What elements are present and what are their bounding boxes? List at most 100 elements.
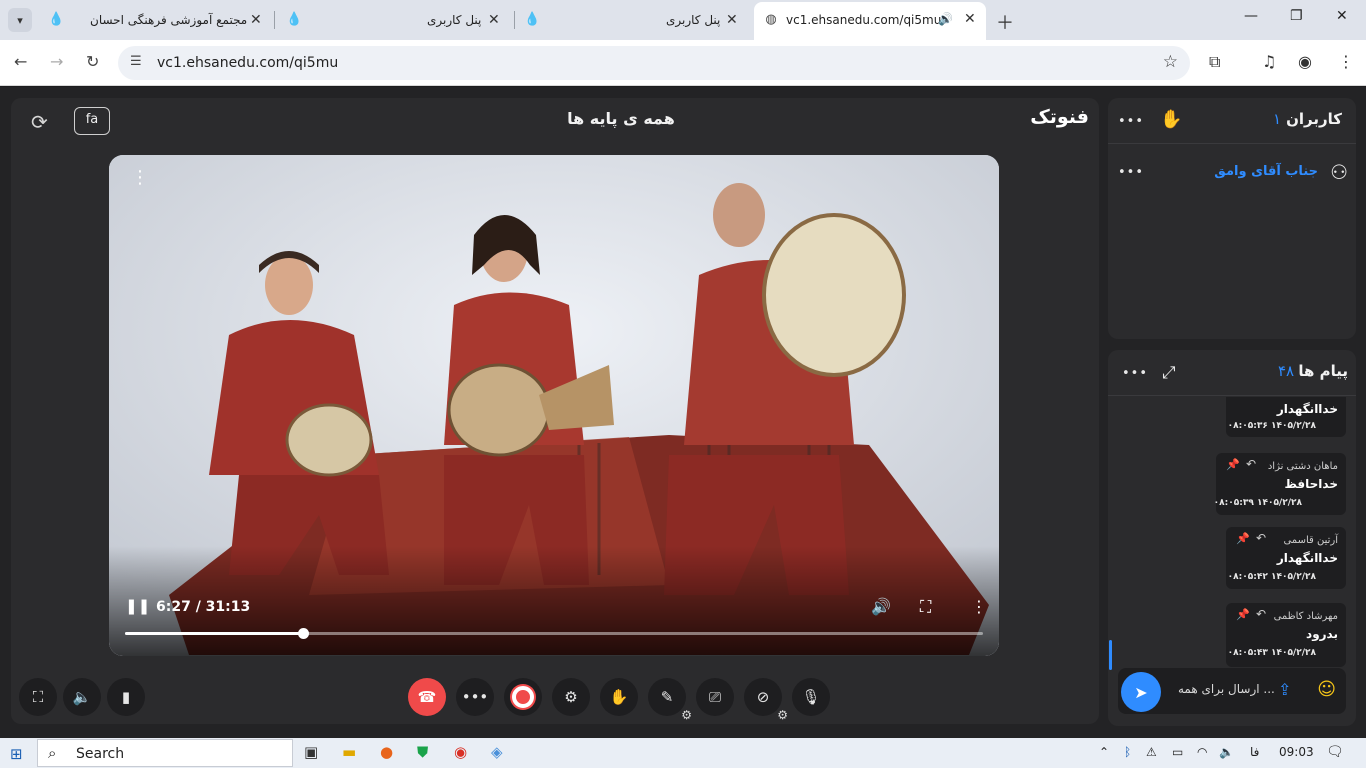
address-bar[interactable]: ☰ vc1.ehsanedu.com/qi5mu ☆	[118, 46, 1190, 80]
message-time: ۰۸:۰۵:۳۹ ۱۴۰۵/۲/۲۸	[1213, 498, 1302, 508]
profile-icon[interactable]: ◉	[1298, 52, 1312, 71]
extensions-icon[interactable]: ⧉	[1209, 52, 1220, 72]
camera-off-button[interactable]: ⊘ ⚙	[744, 678, 788, 722]
room-title: همه ی پایه ها	[567, 109, 675, 128]
raise-hand-icon[interactable]: ✋	[1160, 109, 1182, 130]
user-options-icon[interactable]: •••	[1118, 165, 1144, 180]
more-options-icon[interactable]: ⋮	[971, 597, 987, 616]
browser-tab-ehsan[interactable]: 💧 مجتمع آموزشی فرهنگی احسان ✕	[48, 6, 270, 34]
battery-icon[interactable]: ▭	[1172, 745, 1183, 759]
message-item[interactable]: خداانگهدار ۰۸:۰۵:۳۶ ۱۴۰۵/۲/۲۸	[1226, 397, 1346, 437]
user-name: جناب آقای وامق	[1214, 164, 1318, 179]
bluetooth-icon[interactable]: ᛒ	[1124, 745, 1131, 759]
close-icon[interactable]: ✕	[964, 11, 976, 27]
chat-scrollbar[interactable]	[1109, 640, 1112, 670]
message-item[interactable]: 📌 ↶ ماهان دشتی نژاد خداحافظ ۰۸:۰۵:۳۹ ۱۴۰…	[1213, 453, 1346, 515]
settings-button[interactable]: ⚙	[552, 678, 590, 716]
tab-search-button[interactable]: ▾	[8, 8, 32, 32]
gear-icon[interactable]: ⚙	[681, 708, 692, 722]
whiteboard-button[interactable]: ✎ ⚙	[648, 678, 692, 722]
video-options-icon[interactable]: ⋮	[131, 167, 149, 188]
upload-icon[interactable]: ⇪	[1278, 680, 1291, 699]
user-list-item[interactable]: ••• جناب آقای وامق ⚇	[1108, 158, 1356, 188]
close-window-icon[interactable]: ✕	[1336, 8, 1348, 24]
fullscreen-toggle-button[interactable]: ⛶	[19, 678, 57, 716]
mic-off-button[interactable]: 🎙	[792, 678, 830, 716]
browser-tab-active[interactable]: ◍ vc1.ehsanedu.com/qi5mu 🔊 ✕	[754, 2, 986, 40]
reply-icon[interactable]: ↶	[1256, 607, 1266, 621]
more-button[interactable]: •••	[456, 678, 494, 716]
network-icon[interactable]: ⚠	[1146, 745, 1157, 759]
close-icon[interactable]: ✕	[488, 12, 500, 28]
share-screen-button[interactable]: ⎚	[696, 678, 734, 716]
url-text[interactable]: vc1.ehsanedu.com/qi5mu	[157, 55, 338, 71]
message-item[interactable]: 📌 ↶ آرتین قاسمی خداانگهدار ۰۸:۰۵:۴۲ ۱۴۰۵…	[1226, 527, 1346, 589]
volume-icon[interactable]: 🔊	[871, 597, 891, 616]
droplet-icon: 💧	[524, 12, 541, 27]
close-icon[interactable]: ✕	[250, 12, 262, 28]
restore-icon[interactable]: ❐	[1290, 8, 1303, 24]
expand-icon[interactable]: ⤢	[1162, 363, 1176, 383]
message-list[interactable]: خداانگهدار ۰۸:۰۵:۳۶ ۱۴۰۵/۲/۲۸ 📌 ↶ ماهان …	[1108, 397, 1356, 669]
speaker-icon[interactable]: 🔊	[938, 12, 953, 26]
clock[interactable]: 09:03	[1279, 745, 1314, 759]
brand-logo-text: فنوتک	[1030, 106, 1089, 128]
chrome-icon[interactable]: ◉	[454, 743, 467, 761]
pin-icon[interactable]: 📌	[1226, 458, 1240, 471]
signal-strength-button[interactable]: ▮	[107, 678, 145, 716]
menu-icon[interactable]: ⋮	[1338, 52, 1354, 71]
browser-tab-panel-1[interactable]: 💧 پنل کاربری ✕	[286, 6, 510, 34]
forward-icon[interactable]: →	[50, 52, 63, 71]
tray-chevron-icon[interactable]: ⌃	[1099, 745, 1109, 759]
seek-handle[interactable]	[297, 628, 309, 639]
windows-start-icon[interactable]: ⊞	[10, 745, 23, 763]
taskbar-search-box[interactable]: ⌕ Search	[37, 739, 293, 767]
media-control-icon[interactable]: ♫	[1262, 52, 1276, 71]
input-language[interactable]: فا	[1250, 745, 1259, 759]
user-icon: ⚇	[1330, 160, 1348, 184]
site-settings-icon[interactable]: ☰	[130, 54, 142, 69]
reply-icon[interactable]: ↶	[1256, 531, 1266, 545]
users-more-icon[interactable]: •••	[1118, 114, 1144, 129]
message-sender: مهرشاد کاظمی	[1273, 611, 1338, 622]
app-icon[interactable]: ◈	[491, 743, 503, 761]
wifi-icon[interactable]: ◠	[1197, 745, 1207, 759]
record-button[interactable]	[504, 678, 542, 716]
windows-taskbar: ⊞ ⌕ Search ▣ ▬ ● ⛊ ◉ ◈ ⌃ ᛒ ⚠ ▭ ◠ 🔈 فا 09…	[0, 738, 1366, 768]
message-item[interactable]: 📌 ↶ مهرشاد کاظمی بدرود ۰۸:۰۵:۴۳ ۱۴۰۵/۲/۲…	[1226, 603, 1346, 667]
refresh-icon[interactable]: ⟳	[31, 110, 48, 134]
pin-icon[interactable]: 📌	[1236, 608, 1250, 621]
video-player[interactable]: ⋮ ❚❚ 6:27 / 31:13 🔊 ⛶ ⋮	[109, 155, 999, 656]
notifications-icon[interactable]: 🗨	[1326, 744, 1344, 760]
volume-tray-icon[interactable]: 🔈	[1219, 745, 1234, 759]
language-button[interactable]: fa	[74, 107, 110, 135]
reload-icon[interactable]: ↻	[86, 52, 99, 71]
emoji-icon[interactable]: ☺	[1317, 679, 1336, 700]
task-view-icon[interactable]: ▣	[304, 743, 318, 761]
send-button[interactable]: ➤	[1121, 672, 1161, 712]
main-stage: ⟳ fa همه ی پایه ها فنوتک ⋮ ❚❚ 6:27 / 31:…	[11, 98, 1099, 724]
firefox-icon[interactable]: ●	[380, 743, 393, 761]
fullscreen-icon[interactable]: ⛶	[920, 597, 931, 617]
gear-icon[interactable]: ⚙	[777, 708, 788, 722]
droplet-icon: 💧	[286, 12, 303, 27]
speaker-button[interactable]: 🔈	[63, 678, 101, 716]
pause-icon[interactable]: ❚❚	[125, 597, 150, 615]
seek-bar[interactable]	[125, 628, 983, 639]
browser-tab-panel-2[interactable]: 💧 پنل کاربری ✕	[524, 6, 750, 34]
users-panel: ••• ✋ ۱ کاربران ••• جناب آقای وامق ⚇	[1108, 98, 1356, 339]
minimize-icon[interactable]: —	[1244, 8, 1258, 24]
reply-icon[interactable]: ↶	[1246, 457, 1256, 471]
chat-input-field[interactable]: ارسال برای همه ...	[1178, 682, 1275, 696]
leave-call-button[interactable]: ☎	[408, 678, 446, 716]
message-text: خداانگهدار	[1276, 402, 1338, 416]
raise-hand-button[interactable]: ✋	[600, 678, 638, 716]
chat-more-icon[interactable]: •••	[1122, 366, 1148, 381]
file-explorer-icon[interactable]: ▬	[342, 743, 356, 761]
pin-icon[interactable]: 📌	[1236, 532, 1250, 545]
back-icon[interactable]: ←	[14, 52, 27, 71]
shield-app-icon[interactable]: ⛊	[417, 743, 428, 761]
new-tab-button[interactable]: ＋	[996, 9, 1014, 35]
bookmark-star-icon[interactable]: ☆	[1163, 52, 1178, 72]
close-icon[interactable]: ✕	[726, 12, 738, 28]
